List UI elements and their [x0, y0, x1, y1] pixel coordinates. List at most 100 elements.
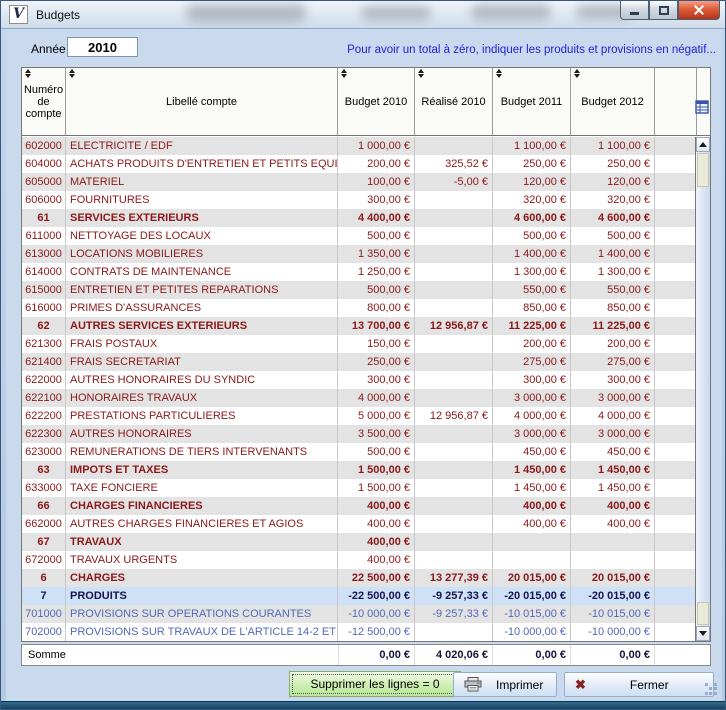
- table-row[interactable]: 611000NETTOYAGE DES LOCAUX500,00 €500,00…: [22, 227, 697, 245]
- account-label-cell: SERVICES EXTERIEURS: [66, 209, 338, 227]
- table-row[interactable]: 622200PRESTATIONS PARTICULIERES5 000,00 …: [22, 407, 697, 425]
- account-label-cell: NETTOYAGE DES LOCAUX: [66, 227, 338, 245]
- minimize-button[interactable]: [620, 1, 649, 20]
- amount-cell: 500,00 €: [338, 443, 415, 461]
- fermer-button[interactable]: ✖ Fermer: [564, 672, 714, 697]
- sort-icon[interactable]: [573, 69, 581, 78]
- budgets-window: V Budgets Année N Pour avoir un total à …: [0, 0, 726, 710]
- resize-grip[interactable]: [705, 683, 718, 696]
- amount-cell: 4 600,00 €: [493, 209, 571, 227]
- table-row[interactable]: 66CHARGES FINANCIERES400,00 €400,00 €400…: [22, 497, 697, 515]
- scroll-down-button[interactable]: [696, 626, 710, 641]
- table-row[interactable]: 701000PROVISIONS SUR OPERATIONS COURANTE…: [22, 605, 697, 623]
- table-row[interactable]: 606000FOURNITURES300,00 €320,00 €320,00 …: [22, 191, 697, 209]
- table-row[interactable]: 622100HONORAIRES TRAVAUX4 000,00 €3 000,…: [22, 389, 697, 407]
- sort-icon[interactable]: [495, 69, 503, 78]
- amount-cell: 4 600,00 €: [571, 209, 655, 227]
- account-number-cell: 602000: [22, 137, 66, 155]
- account-label-cell: TRAVAUX URGENTS: [66, 551, 338, 569]
- table-row[interactable]: 602000ELECTRICITE / EDF1 000,00 €1 100,0…: [22, 137, 697, 155]
- amount-cell: 800,00 €: [338, 299, 415, 317]
- arrow-down-icon: [699, 631, 707, 636]
- close-window-button[interactable]: [678, 1, 720, 20]
- background-blur: [186, 4, 306, 22]
- column-settings-icon[interactable]: [695, 100, 709, 114]
- amount-cell: -20 015,00 €: [571, 587, 655, 605]
- filler-cell: [655, 227, 697, 245]
- delete-zero-lines-button[interactable]: Supprimer les lignes = 0: [289, 671, 461, 697]
- amount-cell: 400,00 €: [338, 515, 415, 533]
- scrollbar-thumb[interactable]: [697, 153, 709, 187]
- somme-row: Somme 0,00 € 4 020,06 € 0,00 € 0,00 €: [21, 644, 711, 666]
- amount-cell: -22 500,00 €: [338, 587, 415, 605]
- sort-icon[interactable]: [340, 69, 348, 78]
- amount-cell: 275,00 €: [571, 353, 655, 371]
- amount-cell: [415, 299, 493, 317]
- table-row[interactable]: 6CHARGES22 500,00 €13 277,39 €20 015,00 …: [22, 569, 697, 587]
- table-row[interactable]: 614000CONTRATS DE MAINTENANCE1 250,00 €1…: [22, 263, 697, 281]
- table-row[interactable]: 672000TRAVAUX URGENTS400,00 €: [22, 551, 697, 569]
- sort-icon[interactable]: [68, 69, 76, 78]
- amount-cell: 450,00 €: [493, 443, 571, 461]
- table-row[interactable]: 604000ACHATS PRODUITS D'ENTRETIEN ET PET…: [22, 155, 697, 173]
- table-row[interactable]: 613000LOCATIONS MOBILIERES1 350,00 €1 40…: [22, 245, 697, 263]
- amount-cell: -9 257,33 €: [415, 605, 493, 623]
- print-button[interactable]: Imprimer: [453, 672, 557, 697]
- filler-cell: [655, 245, 697, 263]
- table-row[interactable]: 67TRAVAUX400,00 €: [22, 533, 697, 551]
- amount-cell: 1 450,00 €: [493, 479, 571, 497]
- amount-cell: -12 500,00 €: [338, 623, 415, 641]
- column-header-budget-2010[interactable]: Budget 2010: [338, 68, 415, 135]
- amount-cell: [415, 191, 493, 209]
- amount-cell: [415, 425, 493, 443]
- annee-input[interactable]: [67, 37, 138, 57]
- account-label-cell: PROVISIONS SUR OPERATIONS COURANTES: [66, 605, 338, 623]
- table-row[interactable]: 605000MATERIEL100,00 €-5,00 €120,00 €120…: [22, 173, 697, 191]
- maximize-button[interactable]: [649, 1, 678, 20]
- amount-cell: [415, 209, 493, 227]
- table-row[interactable]: 616000PRIMES D'ASSURANCES800,00 €850,00 …: [22, 299, 697, 317]
- amount-cell: [415, 479, 493, 497]
- table-row[interactable]: 621400FRAIS SECRETARIAT250,00 €275,00 €2…: [22, 353, 697, 371]
- vertical-scrollbar[interactable]: [695, 137, 710, 641]
- amount-cell: 500,00 €: [571, 227, 655, 245]
- table-row[interactable]: 662000AUTRES CHARGES FINANCIERES ET AGIO…: [22, 515, 697, 533]
- column-header-budget-2012[interactable]: Budget 2012: [571, 68, 655, 135]
- sort-icon[interactable]: [24, 69, 32, 78]
- table-row[interactable]: 62AUTRES SERVICES EXTERIEURS13 700,00 €1…: [22, 317, 697, 335]
- column-header-budget-2011[interactable]: Budget 2011: [493, 68, 571, 135]
- table-row[interactable]: 622300AUTRES HONORAIRES3 500,00 €3 000,0…: [22, 425, 697, 443]
- table-row[interactable]: 61SERVICES EXTERIEURS4 400,00 €4 600,00 …: [22, 209, 697, 227]
- titlebar[interactable]: V Budgets: [1, 1, 725, 29]
- sort-icon[interactable]: [417, 69, 425, 78]
- table-row[interactable]: 615000ENTRETIEN ET PETITES REPARATIONS50…: [22, 281, 697, 299]
- amount-cell: [415, 371, 493, 389]
- amount-cell: 13 700,00 €: [338, 317, 415, 335]
- amount-cell: 1 400,00 €: [571, 245, 655, 263]
- column-header-numero[interactable]: Numéro de compte: [22, 68, 66, 135]
- account-label-cell: AUTRES SERVICES EXTERIEURS: [66, 317, 338, 335]
- amount-cell: -10 015,00 €: [493, 605, 571, 623]
- table-row[interactable]: 623000REMUNERATIONS DE TIERS INTERVENANT…: [22, 443, 697, 461]
- account-number-cell: 616000: [22, 299, 66, 317]
- filler-cell: [655, 335, 697, 353]
- account-number-cell: 621400: [22, 353, 66, 371]
- app-icon: V: [9, 5, 28, 24]
- table-row[interactable]: 63IMPOTS ET TAXES1 500,00 €1 450,00 €1 4…: [22, 461, 697, 479]
- table-row[interactable]: 633000TAXE FONCIERE1 500,00 €1 450,00 €1…: [22, 479, 697, 497]
- scroll-up-button[interactable]: [696, 137, 710, 152]
- account-label-cell: FOURNITURES: [66, 191, 338, 209]
- printer-icon: [464, 677, 482, 692]
- table-row[interactable]: 702000PROVISIONS SUR TRAVAUX DE L'ARTICL…: [22, 623, 697, 641]
- filler-cell: [655, 497, 697, 515]
- filler-cell: [655, 281, 697, 299]
- table-row[interactable]: 622000AUTRES HONORAIRES DU SYNDIC300,00 …: [22, 371, 697, 389]
- column-header-realise-2010[interactable]: Réalisé 2010: [415, 68, 493, 135]
- column-header-libelle[interactable]: Libellé compte: [66, 68, 338, 135]
- filler-cell: [655, 155, 697, 173]
- amount-cell: 1 450,00 €: [493, 461, 571, 479]
- table-row[interactable]: 7PRODUITS-22 500,00 €-9 257,33 €-20 015,…: [22, 587, 697, 605]
- scrollbar-thumb-lower[interactable]: [697, 602, 709, 625]
- table-row[interactable]: 621300FRAIS POSTAUX150,00 €200,00 €200,0…: [22, 335, 697, 353]
- filler-cell: [655, 551, 697, 569]
